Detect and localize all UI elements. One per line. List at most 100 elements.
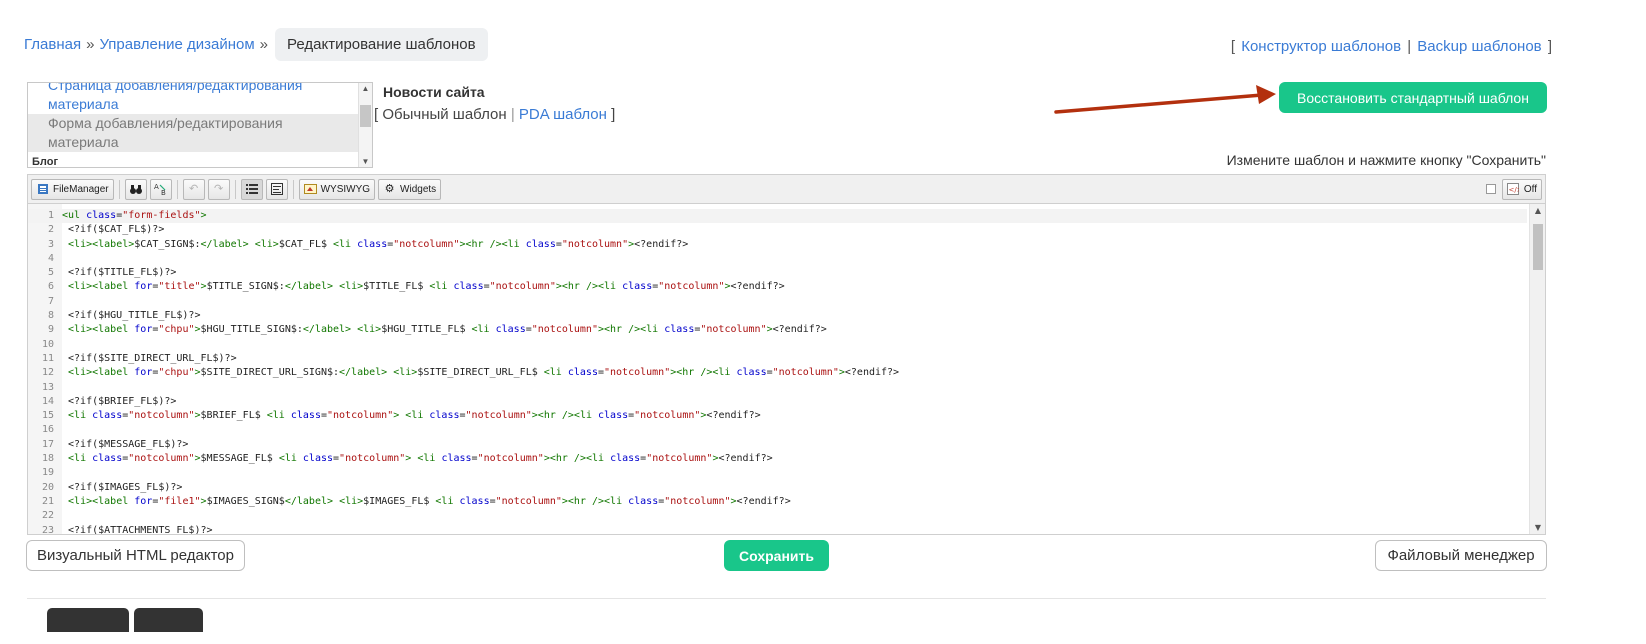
highlight-off-button[interactable]: </> Off <box>1501 178 1542 200</box>
word-wrap-icon <box>270 183 283 196</box>
restore-default-template-button[interactable]: Восстановить стандартный шаблон <box>1279 82 1547 113</box>
filemanager-icon <box>36 183 49 196</box>
code-line[interactable]: 4 <box>28 252 1527 266</box>
code-line[interactable]: 14 <?if($BRIEF_FL$)?> <box>28 395 1527 409</box>
wysiwyg-icon <box>303 183 317 196</box>
code-editor[interactable]: 1 <ul class="form-fields"> 2 <?if($CAT_FL$… <box>27 203 1546 535</box>
footer-tab[interactable] <box>134 608 203 632</box>
scroll-thumb[interactable] <box>360 105 371 127</box>
line-number: 8 <box>47 310 54 322</box>
scroll-down-icon[interactable]: ▼ <box>359 157 372 166</box>
code-line[interactable]: 8 <?if($HGU_TITLE_FL$)?> <box>28 309 1527 323</box>
code-line[interactable]: 10 <box>28 338 1527 352</box>
bracket-open: [ <box>374 106 379 123</box>
code-line[interactable]: 17 <?if($MESSAGE_FL$)?> <box>28 438 1527 452</box>
code-line[interactable]: 1 <ul class="form-fields"> <box>28 209 1527 224</box>
template-constructor-link[interactable]: Конструктор шаблонов <box>1241 38 1401 55</box>
section-title: Новости сайта <box>383 84 485 100</box>
line-number: 22 <box>41 510 54 522</box>
line-number: 7 <box>47 295 54 307</box>
bracket-open: [ <box>1230 38 1236 55</box>
widgets-button[interactable]: ⚙ Widgets <box>378 178 442 200</box>
line-number: 13 <box>41 381 54 393</box>
code-line[interactable]: 3 <li><label>$CAT_SIGN$:</label> <li>$CA… <box>28 238 1527 252</box>
code-line[interactable]: 9 <li><label for="chpu">$HGU_TITLE_SIGN$… <box>28 323 1527 337</box>
editor-scrollbar[interactable]: ▲ ▼ <box>1529 204 1545 534</box>
code-line[interactable]: 12 <li><label for="chpu">$SITE_DIRECT_UR… <box>28 366 1527 380</box>
code-line[interactable]: 11 <?if($SITE_DIRECT_URL_FL$)?> <box>28 352 1527 366</box>
code-line[interactable]: 18 <li class="notcolumn">$MESSAGE_FL$ <l… <box>28 452 1527 466</box>
scroll-thumb[interactable] <box>1533 224 1543 270</box>
scroll-up-icon[interactable]: ▲ <box>1530 206 1545 215</box>
line-number: 3 <box>47 238 54 250</box>
toolbar-divider <box>118 179 120 199</box>
find-button[interactable] <box>124 178 147 200</box>
line-code: <li><label for="title">$TITLE_SIGN$:</la… <box>68 281 785 293</box>
svg-text:</>: </> <box>1509 186 1520 194</box>
template-option[interactable]: Страница добавления/редактирования матер… <box>28 83 372 114</box>
code-line[interactable]: 6 <li><label for="title">$TITLE_SIGN$:</… <box>28 280 1527 294</box>
save-button[interactable]: Сохранить <box>724 540 829 571</box>
line-code: <li><label>$CAT_SIGN$:</label> <li>$CAT_… <box>68 238 689 250</box>
breadcrumb-separator: » <box>259 36 269 53</box>
top-links: [ Конструктор шаблонов | Backup шаблонов… <box>1231 38 1552 55</box>
line-number: 21 <box>41 495 54 507</box>
save-hint: Измените шаблон и нажмите кнопку "Сохран… <box>1226 152 1546 168</box>
template-list[interactable]: Страница добавления/редактирования матер… <box>27 82 373 168</box>
code-line[interactable]: 23 <?if($ATTACHMENTS_FL$)?> <box>28 524 1527 534</box>
template-option-selected[interactable]: Форма добавления/редактирования материал… <box>28 114 372 152</box>
line-code: <ul class="form-fields"> <box>62 210 207 221</box>
line-code: <?if($IMAGES_FL$)?> <box>62 481 183 493</box>
code-line[interactable]: 7 <box>28 295 1527 309</box>
code-line[interactable]: 13 <box>28 381 1527 395</box>
replace-button[interactable]: AB <box>149 178 172 200</box>
toolbar-right: </> Off <box>1485 178 1542 200</box>
breadcrumb-home-link[interactable]: Главная <box>24 36 81 53</box>
line-number: 5 <box>47 267 54 279</box>
code-line[interactable]: 19 <box>28 466 1527 480</box>
line-number: 16 <box>41 424 54 436</box>
breadcrumb-design-link[interactable]: Управление дизайном <box>99 36 254 53</box>
wrap-button[interactable] <box>265 178 288 200</box>
footer-tab[interactable] <box>47 608 129 632</box>
line-numbers-icon <box>245 183 258 196</box>
backup-templates-link[interactable]: Backup шаблонов <box>1417 38 1541 55</box>
scroll-up-icon[interactable]: ▲ <box>359 84 372 93</box>
template-list-scrollbar[interactable]: ▲ ▼ <box>358 83 372 167</box>
visual-html-editor-button[interactable]: Визуальный HTML редактор <box>26 540 245 571</box>
code-line[interactable]: 21 <li><label for="file1">$IMAGES_SIGN$<… <box>28 495 1527 509</box>
code-line[interactable]: 15 <li class="notcolumn">$BRIEF_FL$ <li … <box>28 409 1527 423</box>
breadcrumb-separator: » <box>86 36 95 53</box>
line-code: <?if($HGU_TITLE_FL$)?> <box>62 310 201 322</box>
line-number: 19 <box>41 467 54 479</box>
variants-divider: | <box>510 106 515 123</box>
toggle-checkbox[interactable] <box>1485 184 1496 194</box>
file-manager-button[interactable]: Файловый менеджер <box>1375 540 1547 571</box>
undo-button[interactable]: ↶ <box>182 178 205 200</box>
scroll-down-icon[interactable]: ▼ <box>1530 523 1545 532</box>
code-line[interactable]: 5 <?if($TITLE_FL$)?> <box>28 266 1527 280</box>
code-line[interactable]: 16 <box>28 423 1527 437</box>
code-line[interactable]: 22 <box>28 509 1527 523</box>
line-numbers-button[interactable] <box>240 178 263 200</box>
line-number: 20 <box>41 481 54 493</box>
redo-button[interactable]: ↷ <box>207 178 230 200</box>
wysiwyg-button[interactable]: WYSIWYG <box>298 178 376 200</box>
line-number: 14 <box>41 395 54 407</box>
line-number: 1 <box>47 210 54 221</box>
pda-template-link[interactable]: PDA шаблон <box>519 106 607 123</box>
line-number: 9 <box>47 324 54 336</box>
line-code: <li><label for="file1">$IMAGES_SIGN$</la… <box>68 495 791 507</box>
filemanager-button[interactable]: FileManager <box>31 178 114 200</box>
code-line[interactable]: 2 <?if($CAT_FL$)?> <box>28 223 1527 237</box>
wysiwyg-label: WYSIWYG <box>320 183 371 195</box>
bracket-close: ] <box>1547 38 1552 55</box>
bracket-close: ] <box>611 106 616 123</box>
code-line[interactable]: 20 <?if($IMAGES_FL$)?> <box>28 481 1527 495</box>
binoculars-icon <box>129 183 143 196</box>
